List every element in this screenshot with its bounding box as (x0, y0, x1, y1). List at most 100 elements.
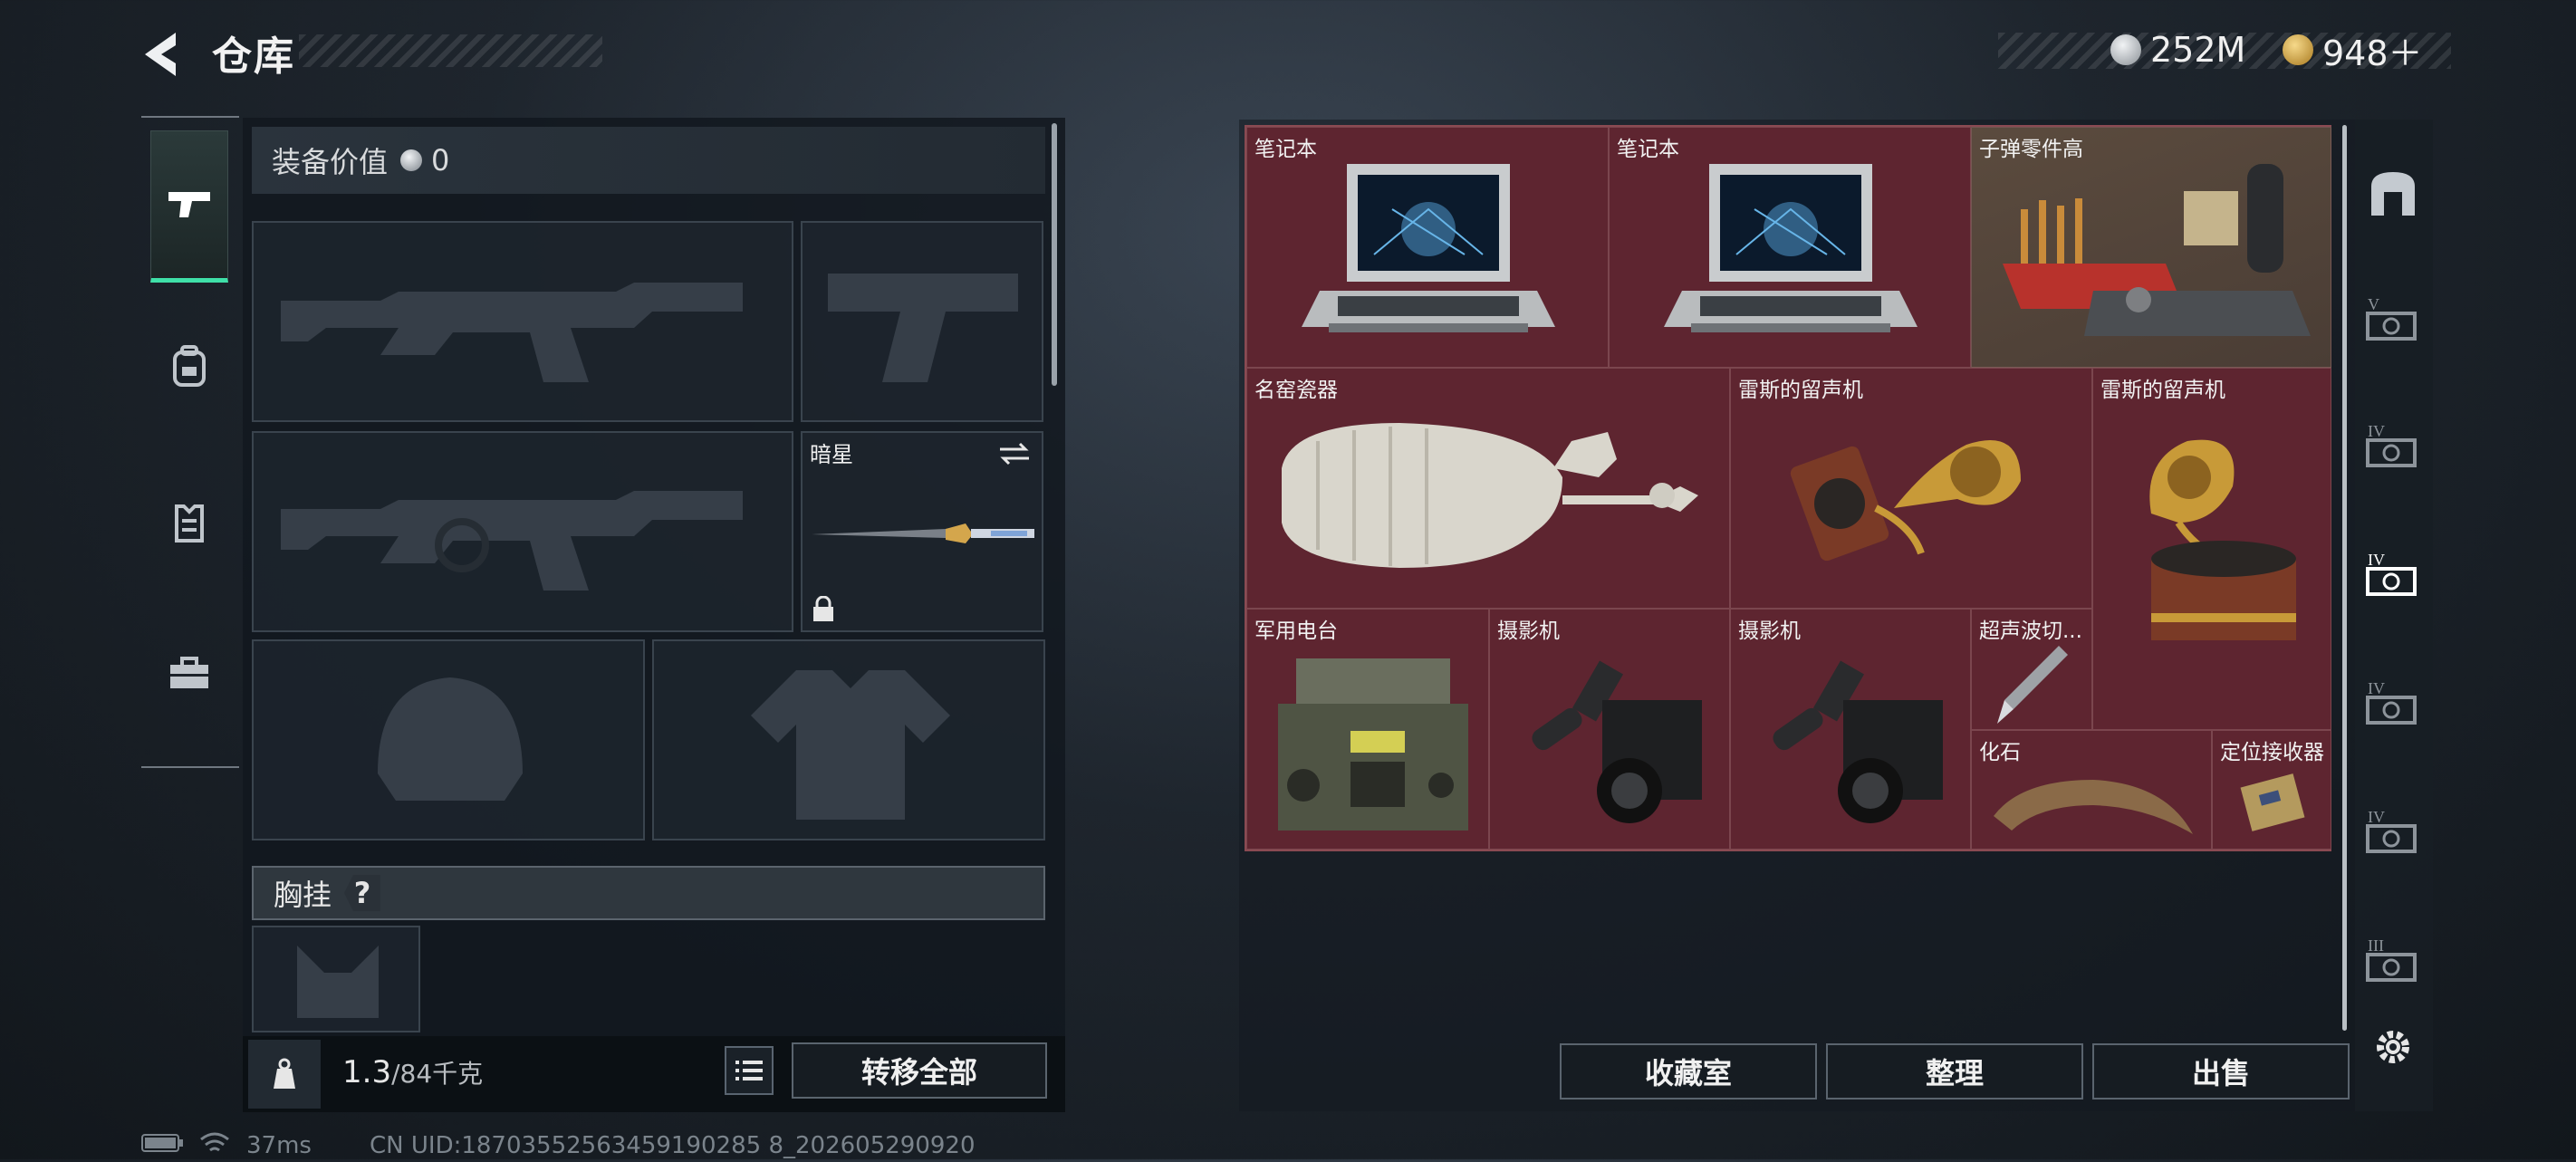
pistol-slot[interactable] (801, 221, 1043, 422)
safe-box-icon: IV (2366, 422, 2417, 467)
rifle-silhouette-icon (281, 491, 743, 591)
lock-icon (813, 596, 833, 621)
item-label: 摄影机 (1738, 619, 1801, 643)
back-button[interactable] (136, 27, 190, 82)
gold-coin-icon (2283, 34, 2313, 65)
tier-text: III (2368, 936, 2384, 955)
item-label: 雷斯的留声机 (2100, 379, 2225, 402)
storage-item-camera-1[interactable]: 摄影机 (1489, 609, 1730, 850)
item-label: 名窑瓷器 (1254, 379, 1338, 402)
safe-box-icon: III (2366, 936, 2417, 982)
sidebar-item-weapons[interactable] (150, 130, 228, 283)
collection-room-button[interactable]: 收藏室 (1560, 1043, 1817, 1100)
pistol-silhouette-icon (828, 274, 1018, 382)
ping-text: 37ms (246, 1132, 312, 1159)
armor-slot[interactable] (652, 639, 1045, 840)
weight-readout: 1.3/84千克 (342, 1054, 483, 1090)
weight-icon-box (248, 1040, 321, 1109)
storage-item-gramophone-1[interactable]: 雷斯的留声机 (1730, 368, 2092, 609)
chest-rig-slot[interactable] (252, 926, 420, 1032)
rail-item-safe-box-iv-3[interactable]: IV (2360, 668, 2426, 734)
primary-weapon-slot[interactable] (252, 221, 793, 422)
safe-box-icon: V (2366, 295, 2417, 341)
battery-icon (141, 1132, 185, 1160)
list-view-button[interactable] (725, 1046, 774, 1095)
vase-icon (1282, 423, 1698, 568)
sidebar-item-toolbox[interactable] (150, 598, 228, 750)
chest-rig-label: 胸挂 (274, 878, 332, 912)
item-label: 定位接收器 (2220, 741, 2324, 764)
rail-item-safe-box-iv-2[interactable]: IV (2360, 540, 2426, 605)
storage-item-laptop-2[interactable]: 笔记本 (1609, 127, 1971, 368)
rail-item-safe-box-iii[interactable]: III (2360, 926, 2426, 991)
rifle-silhouette-icon (281, 283, 743, 382)
camera-icon (1532, 660, 1702, 823)
safe-box-icon: IV (2366, 808, 2417, 853)
swap-icon[interactable] (996, 440, 1033, 467)
weight-current: 1.3 (342, 1054, 392, 1090)
gramophone-icon (1790, 440, 2021, 562)
item-label: 雷斯的留声机 (1738, 379, 1863, 402)
equipment-value: 0 (431, 143, 450, 178)
organize-button[interactable]: 整理 (1826, 1043, 2083, 1100)
storage-item-radio[interactable]: 军用电台 (1246, 609, 1489, 850)
secondary-weapon-slot[interactable] (252, 431, 793, 632)
title-decoration (299, 34, 602, 67)
storage-item-receiver[interactable]: 定位接收器 (2212, 730, 2331, 850)
safe-box-icon: IV (2366, 679, 2417, 725)
help-icon[interactable]: ? (344, 875, 381, 911)
gear-icon (2377, 1031, 2409, 1063)
wifi-icon (199, 1132, 230, 1162)
transfer-all-button[interactable]: 转移全部 (792, 1042, 1047, 1099)
item-label: 化石 (1979, 741, 2021, 764)
radio-icon (1278, 658, 1468, 831)
rail-item-container[interactable] (2360, 161, 2426, 226)
storage-item-scalpel[interactable]: 超声波切... (1971, 609, 2092, 730)
page-title: 仓库 (212, 34, 295, 80)
list-icon (735, 1061, 763, 1080)
currency-silver: 252M (2110, 27, 2245, 72)
rail-item-safe-box-iv-4[interactable]: IV (2360, 797, 2426, 862)
storage-item-vase[interactable]: 名窑瓷器 (1246, 368, 1730, 609)
scalpel-icon (1997, 646, 2068, 724)
receiver-icon (2240, 773, 2305, 831)
equipment-scrollbar[interactable] (1052, 123, 1057, 386)
helmet-slot[interactable] (252, 639, 645, 840)
sell-button[interactable]: 出售 (2092, 1043, 2350, 1100)
silver-coin-icon (400, 149, 423, 171)
back-arrow-icon (145, 33, 176, 76)
tier-text: IV (2368, 679, 2385, 697)
safe-box-icon: IV (2366, 551, 2417, 596)
equipment-value-label: 装备价值 (272, 145, 389, 179)
tier-text: V (2368, 295, 2379, 313)
knife-icon (812, 523, 1034, 543)
chest-rig-silhouette-icon (297, 946, 379, 1018)
settings-button[interactable] (2360, 1014, 2426, 1080)
storage-item-laptop-1[interactable]: 笔记本 (1246, 127, 1609, 368)
ammo-parts-icon (2003, 164, 2311, 336)
tier-text: IV (2368, 808, 2385, 826)
tier-text: IV (2368, 422, 2385, 440)
toolbox-icon (170, 657, 208, 688)
melee-slot[interactable]: 暗星 (801, 431, 1043, 632)
item-label: 军用电台 (1254, 619, 1338, 643)
camera-icon (1773, 660, 1943, 823)
storage-item-fossil[interactable]: 化石 (1971, 730, 2212, 850)
weight-max: /84千克 (391, 1059, 484, 1089)
storage-item-ammo-parts[interactable]: 子弹零件高 (1971, 127, 2331, 368)
uid-text: CN UID:18703552563459190285 8_2026052909… (370, 1132, 976, 1159)
sidebar-item-backpack[interactable] (150, 290, 228, 442)
sidebar-item-vest[interactable] (150, 446, 228, 598)
rail-item-safe-box-v[interactable]: V (2360, 284, 2426, 350)
storage-grid: 笔记本 笔记本 子弹零件高 名窑瓷器 雷斯的留声机 雷斯的留声机 军用电台 摄影… (1245, 125, 2331, 851)
category-sidebar (141, 116, 239, 768)
melee-slot-label: 暗星 (810, 442, 853, 467)
storage-item-camera-2[interactable]: 摄影机 (1730, 609, 1971, 850)
storage-scrollbar[interactable] (2342, 125, 2347, 1031)
item-label: 摄影机 (1497, 619, 1560, 643)
container-icon (2371, 172, 2415, 216)
rail-item-safe-box-iv-1[interactable]: IV (2360, 411, 2426, 476)
backpack-icon (173, 345, 206, 387)
laptop-icon (1664, 164, 1918, 332)
storage-item-gramophone-2[interactable]: 雷斯的留声机 (2092, 368, 2331, 730)
